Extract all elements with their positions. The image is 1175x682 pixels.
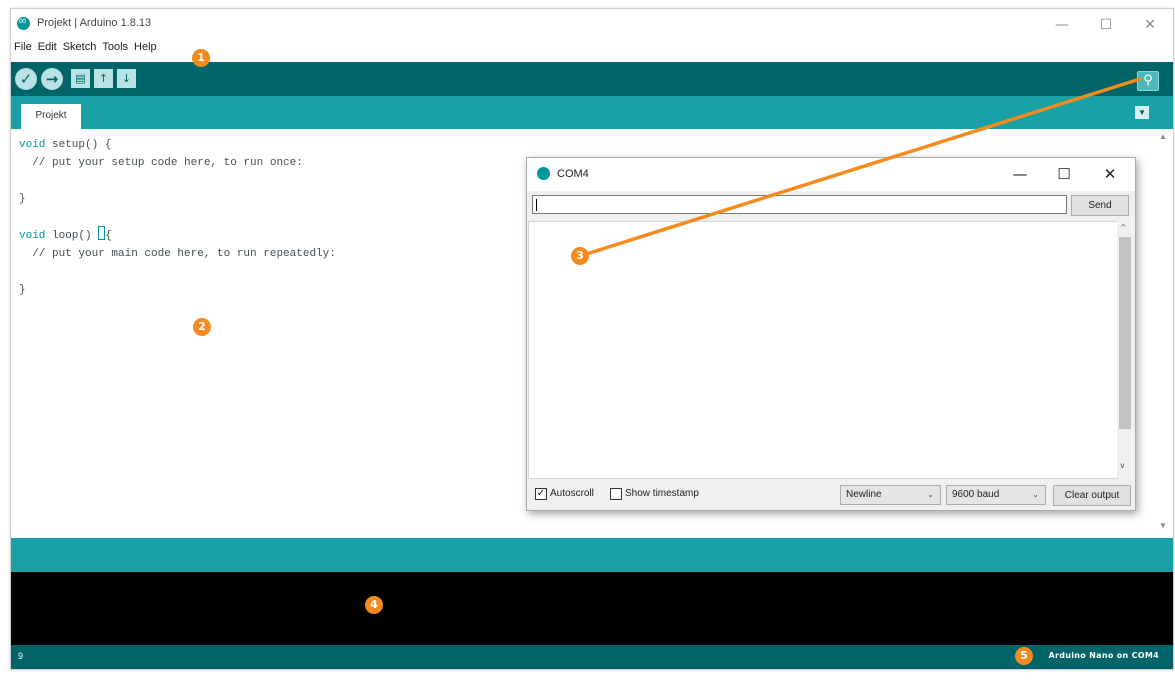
- code-line: // put your setup code here, to run once…: [19, 157, 303, 169]
- console-output: [11, 572, 1173, 645]
- toolbar: ✓ → ▤ ↑ ↓ ⚲: [11, 62, 1173, 96]
- menu-help[interactable]: Help: [134, 41, 157, 53]
- annotation-badge-4: 4: [365, 596, 383, 614]
- annotation-badge-3: 3: [571, 247, 589, 265]
- scroll-down-icon[interactable]: v: [1120, 461, 1125, 470]
- serial-close-button[interactable]: ✕: [1095, 164, 1125, 184]
- minimize-button[interactable]: —: [1047, 15, 1077, 35]
- upload-button[interactable]: →: [41, 68, 63, 90]
- baud-rate-select[interactable]: 9600 baud ⌄: [946, 485, 1046, 505]
- message-bar: [11, 538, 1173, 572]
- status-bar: 9 Arduino Nano on COM4: [11, 645, 1173, 669]
- serial-options-bar: ✓ Autoscroll Show timestamp Newline ⌄ 96…: [527, 480, 1135, 510]
- save-button[interactable]: ↓: [117, 69, 136, 88]
- open-button[interactable]: ↑: [94, 69, 113, 88]
- arduino-logo-icon: [537, 167, 550, 180]
- code-line: }: [19, 284, 26, 296]
- chevron-down-icon: ⌄: [1032, 490, 1039, 499]
- menu-sketch[interactable]: Sketch: [63, 41, 97, 53]
- baud-rate-value: 9600 baud: [952, 489, 1000, 500]
- show-timestamp-label: Show timestamp: [625, 488, 699, 499]
- editor-scroll-down-icon[interactable]: ▼: [1159, 521, 1167, 530]
- annotation-badge-5: 5: [1015, 647, 1033, 665]
- tab-menu-icon[interactable]: ▼: [1135, 106, 1149, 119]
- code-line: void setup() {: [19, 139, 112, 151]
- line-ending-value: Newline: [846, 489, 882, 500]
- serial-monitor-window: COM4 — ☐ ✕ Send ^ v ✓ Autoscroll Show ti…: [526, 157, 1136, 511]
- scroll-up-icon[interactable]: ^: [1120, 223, 1127, 232]
- annotation-badge-1: 1: [192, 49, 210, 67]
- serial-scrollbar[interactable]: ^ v: [1117, 221, 1133, 477]
- menu-file[interactable]: File: [14, 41, 32, 53]
- menu-tools[interactable]: Tools: [102, 41, 128, 53]
- serial-minimize-button[interactable]: —: [1005, 164, 1035, 184]
- autoscroll-label: Autoscroll: [550, 488, 594, 499]
- text-cursor: [98, 226, 106, 240]
- autoscroll-checkbox[interactable]: ✓: [535, 488, 547, 500]
- chevron-down-icon: ⌄: [927, 490, 934, 499]
- serial-title-bar: COM4 — ☐ ✕: [527, 158, 1135, 191]
- line-number: 9: [18, 651, 24, 661]
- serial-window-title: COM4: [557, 168, 589, 180]
- code-line: }: [19, 193, 26, 205]
- serial-output-area: [528, 221, 1118, 479]
- serial-maximize-button[interactable]: ☐: [1049, 164, 1079, 184]
- arduino-logo-icon: [17, 14, 30, 30]
- menu-bar: File Edit Sketch Tools Help: [11, 41, 411, 61]
- tab-strip: Projekt ▼: [11, 96, 1173, 129]
- line-ending-select[interactable]: Newline ⌄: [840, 485, 941, 505]
- scrollbar-thumb[interactable]: [1119, 237, 1131, 429]
- code-line: void loop() {: [19, 226, 336, 245]
- clear-output-button[interactable]: Clear output: [1053, 485, 1131, 506]
- tab-projekt[interactable]: Projekt: [21, 104, 81, 129]
- board-port-label: Arduino Nano on COM4: [1048, 651, 1159, 660]
- close-button[interactable]: ✕: [1135, 15, 1165, 35]
- window-title: Projekt | Arduino 1.8.13: [37, 17, 152, 29]
- code-line: // put your main code here, to run repea…: [19, 248, 336, 260]
- show-timestamp-checkbox[interactable]: [610, 488, 622, 500]
- serial-input-field[interactable]: [532, 195, 1067, 214]
- code-area[interactable]: void setup() { // put your setup code he…: [19, 136, 336, 299]
- verify-button[interactable]: ✓: [15, 68, 37, 90]
- menu-edit[interactable]: Edit: [38, 41, 57, 53]
- new-sketch-button[interactable]: ▤: [71, 69, 90, 88]
- serial-monitor-button[interactable]: ⚲: [1137, 71, 1159, 91]
- send-button[interactable]: Send: [1071, 195, 1129, 216]
- annotation-badge-2: 2: [193, 318, 211, 336]
- editor-scroll-up-icon[interactable]: ▲: [1159, 132, 1167, 141]
- title-bar: Projekt | Arduino 1.8.13 — ☐ ✕: [11, 9, 1173, 39]
- maximize-button[interactable]: ☐: [1091, 15, 1121, 35]
